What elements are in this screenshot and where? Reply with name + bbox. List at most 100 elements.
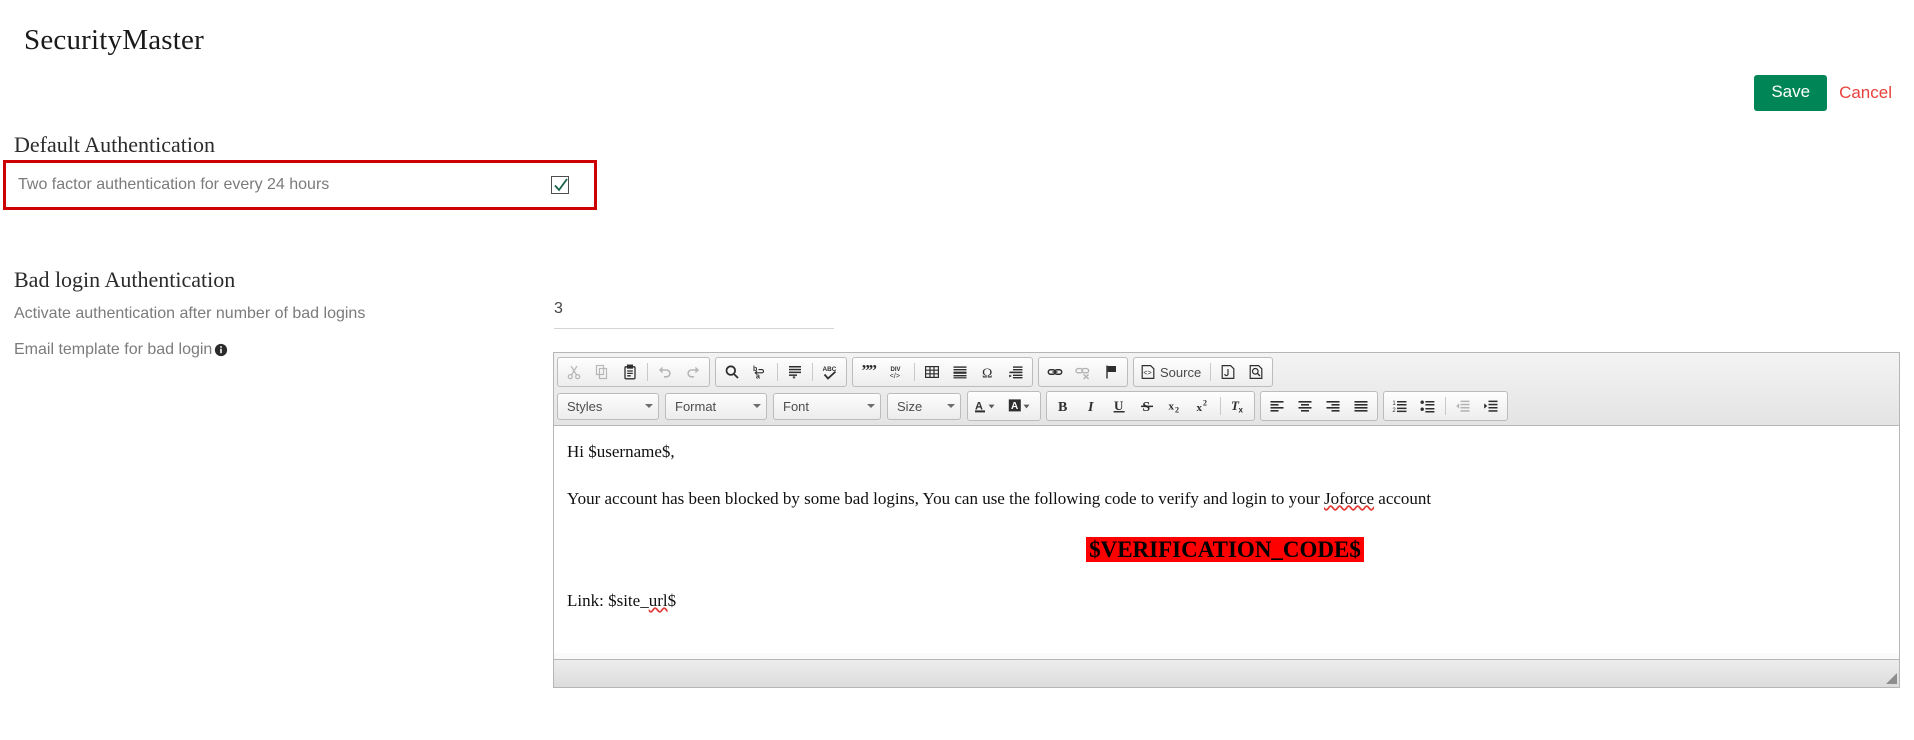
resize-grip-icon[interactable]: [1886, 673, 1897, 684]
spellcheck-icon[interactable]: ABC: [816, 359, 844, 385]
format-combo[interactable]: Format: [665, 393, 767, 420]
align-center-icon[interactable]: [1291, 393, 1319, 419]
editor-message-text-before: Your account has been blocked by some ba…: [567, 489, 1324, 508]
outdent-icon[interactable]: [1449, 393, 1477, 419]
source-code-icon: <>: [1140, 364, 1156, 380]
copy-icon[interactable]: [588, 359, 616, 385]
styles-combo[interactable]: Styles: [557, 393, 659, 420]
action-bar: Save Cancel: [1754, 75, 1892, 111]
editor-link-prefix: Link: $site_: [567, 591, 649, 610]
font-combo[interactable]: Font: [773, 393, 881, 420]
toolbar-separator: [812, 363, 813, 381]
italic-icon[interactable]: I: [1077, 393, 1105, 419]
editor-misspelled-word: Joforce: [1324, 489, 1374, 508]
blockquote-icon[interactable]: ””: [855, 359, 883, 385]
cut-icon[interactable]: [560, 359, 588, 385]
toolbar-separator: [1445, 397, 1446, 415]
two-factor-authentication-row[interactable]: Two factor authentication for every 24 h…: [3, 160, 597, 210]
bad-login-count-field[interactable]: [554, 300, 834, 329]
create-div-icon[interactable]: DIV </>: [883, 359, 911, 385]
bulleted-list-icon[interactable]: [1414, 393, 1442, 419]
superscript-icon[interactable]: x2: [1189, 393, 1217, 419]
editor-paragraph-code: $VERIFICATION_CODE$: [567, 533, 1883, 566]
paste-icon[interactable]: [616, 359, 644, 385]
size-combo-label: Size: [897, 399, 922, 414]
background-color-icon[interactable]: A: [1004, 393, 1038, 419]
editor-paragraph-message: Your account has been blocked by some ba…: [567, 487, 1883, 512]
rich-text-editor[interactable]: b a ABC: [553, 352, 1900, 688]
cancel-button[interactable]: Cancel: [1839, 83, 1892, 103]
find-icon[interactable]: [718, 359, 746, 385]
toolbar-separator: [647, 363, 648, 381]
svg-text:1: 1: [1392, 401, 1396, 407]
svg-text:U: U: [1114, 398, 1124, 413]
size-combo[interactable]: Size: [887, 393, 961, 420]
source-button[interactable]: <> Source: [1136, 360, 1207, 384]
editor-status-bar: [554, 659, 1899, 687]
toolbar-separator: [914, 363, 915, 381]
editor-link-suffix: $: [668, 591, 677, 610]
horizontal-rule-icon[interactable]: [946, 359, 974, 385]
checkmark-icon: [553, 177, 569, 193]
verification-code-placeholder: $VERIFICATION_CODE$: [1086, 537, 1364, 562]
bold-icon[interactable]: B: [1049, 393, 1077, 419]
svg-text:<>: <>: [1143, 370, 1151, 377]
toolbar-group-links: [1038, 357, 1128, 387]
table-icon[interactable]: [918, 359, 946, 385]
preview-icon[interactable]: [1242, 359, 1270, 385]
redo-icon[interactable]: [679, 359, 707, 385]
section-heading-bad-login-authentication: Bad login Authentication: [14, 267, 235, 293]
toolbar-group-clipboard: [557, 357, 710, 387]
svg-text:DIV: DIV: [891, 367, 901, 373]
toolbar-separator: [1210, 363, 1211, 381]
toolbar-group-align: [1260, 391, 1378, 421]
save-button[interactable]: Save: [1754, 75, 1827, 111]
page-title: SecurityMaster: [24, 24, 204, 57]
format-combo-label: Format: [675, 399, 716, 414]
svg-text:A: A: [1011, 401, 1018, 412]
two-factor-authentication-checkbox[interactable]: [551, 176, 569, 194]
toolbar-group-editing: b a ABC: [715, 357, 847, 387]
editor-toolbar-row-2: Styles Format Font Size A: [557, 390, 1897, 422]
editor-content-area[interactable]: Hi $username$, Your account has been blo…: [554, 426, 1899, 653]
section-heading-default-authentication: Default Authentication: [14, 132, 215, 158]
align-left-icon[interactable]: [1263, 393, 1291, 419]
select-all-icon[interactable]: [781, 359, 809, 385]
undo-icon[interactable]: [651, 359, 679, 385]
bad-login-count-input[interactable]: [554, 300, 834, 318]
svg-text:x: x: [1239, 406, 1244, 414]
unlink-icon[interactable]: [1069, 359, 1097, 385]
info-circle-icon[interactable]: [214, 343, 228, 357]
svg-text:2: 2: [1392, 408, 1396, 414]
svg-text:</>: </>: [890, 373, 900, 380]
chevron-down-icon: [645, 404, 653, 408]
editor-toolbar: b a ABC: [554, 353, 1899, 426]
svg-text:Ω: Ω: [982, 367, 992, 381]
email-template-label: Email template for bad login: [14, 341, 212, 359]
replace-icon[interactable]: b a: [746, 359, 774, 385]
align-justify-icon[interactable]: [1347, 393, 1375, 419]
underline-icon[interactable]: U: [1105, 393, 1133, 419]
editor-message-text-after: account: [1374, 489, 1431, 508]
text-color-icon[interactable]: A: [970, 393, 1004, 419]
numbered-list-icon[interactable]: 1 2: [1386, 393, 1414, 419]
indent-icon[interactable]: [1477, 393, 1505, 419]
remove-format-icon[interactable]: Tx: [1224, 393, 1252, 419]
svg-text:I: I: [1087, 400, 1094, 414]
align-right-icon[interactable]: [1319, 393, 1347, 419]
editor-toolbar-row-1: b a ABC: [557, 356, 1897, 388]
templates-icon[interactable]: [1214, 359, 1242, 385]
toolbar-group-basicstyles: B I U S x2 x2 Tx: [1046, 391, 1255, 421]
editor-paragraph-greeting: Hi $username$,: [567, 440, 1883, 465]
subscript-icon[interactable]: x2: [1161, 393, 1189, 419]
svg-text:”: ”: [869, 364, 878, 380]
email-template-label-wrap: Email template for bad login: [14, 341, 228, 359]
styles-combo-label: Styles: [567, 399, 602, 414]
source-button-label: Source: [1160, 365, 1201, 380]
toolbar-group-document: <> Source: [1133, 357, 1273, 387]
special-char-icon[interactable]: Ω: [974, 359, 1002, 385]
page-break-icon[interactable]: [1002, 359, 1030, 385]
link-icon[interactable]: [1041, 359, 1069, 385]
anchor-flag-icon[interactable]: [1097, 359, 1125, 385]
strikethrough-icon[interactable]: S: [1133, 393, 1161, 419]
